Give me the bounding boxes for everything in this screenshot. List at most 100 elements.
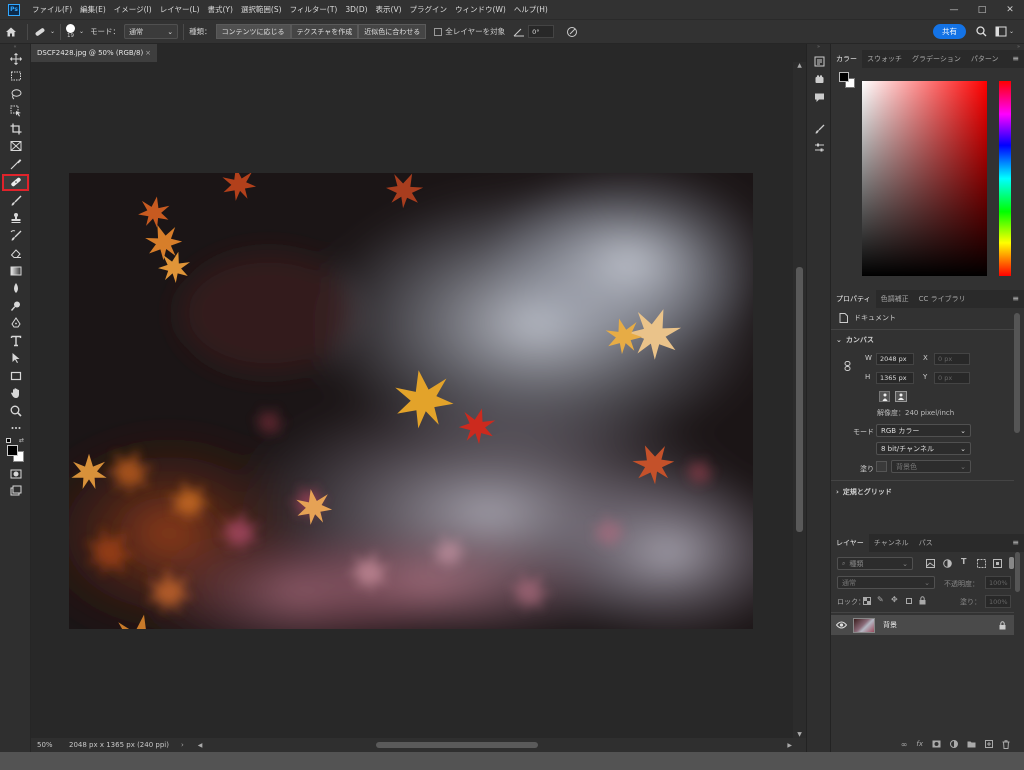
x-input[interactable]: 0 px — [934, 353, 970, 365]
workspace-icon[interactable] — [995, 26, 1007, 37]
add-mask-icon[interactable] — [932, 740, 941, 748]
menu-help[interactable]: ヘルプ(H) — [510, 4, 552, 15]
zoom-level[interactable]: 50% — [31, 741, 61, 749]
more-tools-icon[interactable] — [0, 420, 31, 438]
group-layers-icon[interactable] — [967, 740, 976, 748]
tab-cc-libraries[interactable]: CC ライブラリ — [914, 290, 971, 308]
hue-slider[interactable] — [999, 81, 1011, 276]
close-window-button[interactable]: ✕ — [996, 5, 1024, 15]
bit-depth-select[interactable]: 8 bit/チャンネル ⌄ — [876, 442, 971, 455]
minimize-button[interactable]: — — [940, 5, 968, 15]
frame-tool-icon[interactable] — [0, 138, 31, 156]
filter-shape-icon[interactable] — [977, 559, 986, 568]
fill-select[interactable]: 背景色 ⌄ — [891, 460, 971, 473]
expand-icon[interactable]: » — [807, 44, 830, 52]
canvas-section-header[interactable]: ⌄ カンバス — [836, 335, 874, 345]
tab-layers[interactable]: レイヤー — [831, 534, 869, 552]
rectangle-tool-icon[interactable] — [0, 367, 31, 385]
lock-position-icon[interactable]: ✥ — [891, 595, 898, 604]
horizontal-scroll-thumb[interactable] — [376, 742, 538, 748]
menu-window[interactable]: ウィンドウ(W) — [451, 4, 510, 15]
actions-panel-icon[interactable] — [807, 70, 832, 88]
chevron-down-icon[interactable]: ⌄ — [1009, 28, 1014, 35]
share-button[interactable]: 共有 — [932, 24, 966, 39]
brush-tool-icon[interactable] — [0, 192, 31, 210]
layer-name[interactable]: 背景 — [883, 620, 897, 630]
chevron-down-icon[interactable]: ⌄ — [79, 28, 84, 35]
document-tab[interactable]: DSCF2428.jpg @ 50% (RGB/8) × — [31, 44, 157, 62]
document-image[interactable] — [69, 173, 753, 629]
type-tool-icon[interactable] — [0, 332, 31, 350]
panel-menu-icon[interactable]: ≡ — [1012, 294, 1019, 303]
link-icon[interactable] — [844, 361, 851, 371]
crop-tool-icon[interactable] — [0, 120, 31, 138]
menu-image[interactable]: イメージ(I) — [110, 4, 156, 15]
panel-menu-icon[interactable]: ≡ — [1012, 54, 1019, 63]
adjustment-layer-icon[interactable] — [950, 740, 958, 748]
tab-paths[interactable]: パス — [914, 534, 938, 552]
history-brush-tool-icon[interactable] — [0, 227, 31, 245]
menu-view[interactable]: 表示(V) — [372, 4, 406, 15]
new-layer-icon[interactable] — [985, 740, 993, 748]
eyedropper-tool-icon[interactable] — [0, 155, 31, 173]
layer-thumbnail[interactable] — [853, 617, 875, 633]
properties-scrollbar[interactable] — [1014, 313, 1020, 433]
all-layers-checkbox[interactable] — [434, 27, 443, 36]
marquee-tool-icon[interactable] — [0, 68, 31, 86]
pen-tool-icon[interactable] — [0, 315, 31, 333]
menu-type[interactable]: 書式(Y) — [204, 4, 237, 15]
tab-patterns[interactable]: パターン — [966, 50, 1004, 68]
search-icon[interactable] — [976, 26, 987, 37]
spot-healing-brush-tool-icon[interactable] — [2, 173, 29, 191]
filter-type-icon[interactable]: T — [961, 557, 966, 566]
fill-opacity-input[interactable]: 100% — [985, 595, 1011, 608]
document-size-info[interactable]: 2048 px x 1365 px (240 ppi) — [61, 741, 169, 749]
lock-transparent-icon[interactable] — [863, 597, 871, 605]
scroll-right-icon[interactable]: ▶ — [787, 742, 792, 749]
scroll-left-icon[interactable]: ◀ — [198, 742, 203, 749]
pressure-size-icon[interactable] — [566, 26, 578, 38]
tab-color[interactable]: カラー — [831, 50, 862, 68]
lock-all-icon[interactable] — [919, 596, 926, 605]
filter-adjustment-icon[interactable] — [943, 559, 952, 568]
layer-effects-icon[interactable]: fx — [916, 740, 923, 748]
object-select-tool-icon[interactable] — [0, 103, 31, 121]
quick-mask-icon[interactable] — [0, 465, 31, 483]
lasso-tool-icon[interactable] — [0, 85, 31, 103]
scroll-up-icon[interactable]: ▲ — [793, 62, 806, 69]
canvas-area[interactable] — [31, 62, 793, 738]
lock-pixels-icon[interactable]: ✎ — [877, 595, 884, 604]
filter-pixel-icon[interactable] — [926, 559, 935, 568]
tab-channels[interactable]: チャンネル — [869, 534, 914, 552]
menu-filter[interactable]: フィルター(T) — [286, 4, 342, 15]
color-fg-swatch[interactable] — [839, 72, 849, 82]
scroll-down-icon[interactable]: ▼ — [793, 731, 806, 738]
brush-size-picker[interactable]: 19 — [66, 24, 76, 39]
clone-stamp-tool-icon[interactable] — [0, 210, 31, 228]
move-tool-icon[interactable] — [0, 50, 31, 68]
hand-tool-icon[interactable] — [0, 385, 31, 403]
tool-preset-picker[interactable]: ⌄ — [33, 26, 55, 38]
portrait-orientation-icon[interactable] — [879, 391, 890, 402]
foreground-color-swatch[interactable] — [7, 445, 18, 456]
history-panel-icon[interactable] — [807, 52, 832, 70]
menu-file[interactable]: ファイル(F) — [28, 4, 76, 15]
lock-artboard-icon[interactable] — [905, 597, 913, 605]
angle-input[interactable]: 0° — [528, 25, 555, 38]
eraser-tool-icon[interactable] — [0, 245, 31, 263]
close-tab-icon[interactable]: × — [145, 49, 151, 57]
filter-smart-object-icon[interactable] — [993, 559, 1002, 568]
chevron-right-icon[interactable]: › — [181, 741, 184, 749]
color-mode-select[interactable]: RGB カラー ⌄ — [876, 424, 971, 437]
dodge-tool-icon[interactable] — [0, 297, 31, 315]
y-input[interactable]: 0 px — [934, 372, 970, 384]
width-input[interactable]: 2048 px — [876, 353, 914, 365]
link-layers-icon[interactable]: ∞ — [901, 740, 908, 749]
home-icon[interactable] — [0, 26, 22, 38]
color-swatches[interactable]: ⇄ — [0, 437, 30, 465]
menu-3d[interactable]: 3D(D) — [341, 5, 371, 14]
layers-scrollbar[interactable] — [1015, 552, 1020, 592]
delete-layer-icon[interactable] — [1002, 739, 1010, 749]
color-field[interactable] — [862, 81, 987, 276]
rulers-grids-section-header[interactable]: › 定規とグリッド — [836, 487, 892, 497]
